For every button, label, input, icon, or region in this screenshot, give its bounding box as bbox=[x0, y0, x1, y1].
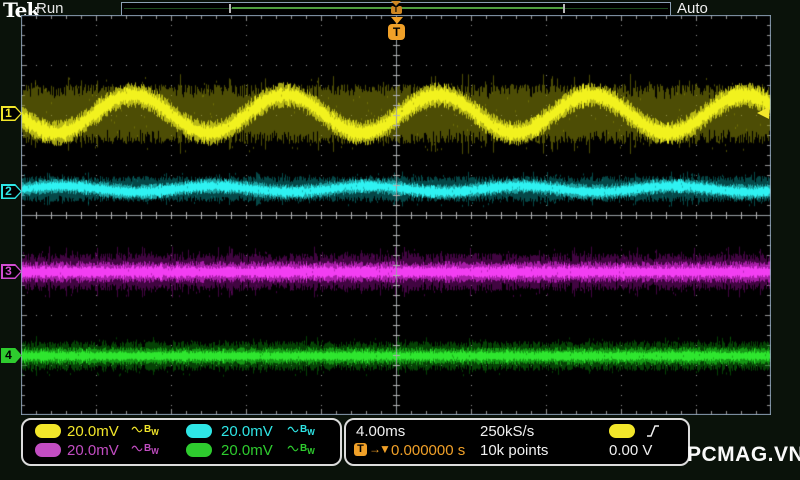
record-window-right-bracket bbox=[563, 4, 565, 13]
channel-3-scale: 20.0mV bbox=[67, 442, 119, 459]
trigger-t-icon: T bbox=[354, 443, 367, 456]
channel-4-scale: 20.0mV bbox=[221, 442, 273, 459]
channel-readout-box: 1 20.0mV BW 2 20.0mV BW 3 20.0mV BW 4 20… bbox=[21, 418, 342, 466]
flag-label: 3 bbox=[5, 264, 12, 278]
record-length-readout: 10k points bbox=[480, 442, 549, 459]
trigger-position-arrow-icon bbox=[390, 17, 403, 24]
flag-label: 1 bbox=[5, 106, 12, 120]
horizontal-trigger-readout-box: 4.00ms 250kS/s 1 T → ▼ 0.000000 s 10k po… bbox=[344, 418, 690, 466]
flag-label: 2 bbox=[5, 184, 12, 198]
channel-2-scale: 20.0mV bbox=[221, 423, 273, 440]
bandwidth-limit-icon: BW bbox=[144, 424, 159, 437]
bandwidth-limit-icon: BW bbox=[300, 443, 315, 456]
record-trigger-marker-icon: T bbox=[389, 1, 403, 14]
record-window-left-bracket bbox=[229, 4, 231, 13]
channel-2-coupling-bw-icons: BW bbox=[287, 424, 315, 437]
bandwidth-limit-icon: BW bbox=[300, 424, 315, 437]
channel-2-badge: 2 bbox=[186, 424, 212, 438]
channel-1-position-flag: 1 bbox=[1, 106, 22, 121]
channel-3-badge: 3 bbox=[35, 443, 61, 457]
watermark: PCMAG.VN bbox=[687, 443, 800, 466]
timebase-readout: 4.00ms bbox=[356, 423, 406, 440]
trigger-level-readout: 0.00 V bbox=[609, 442, 653, 459]
ac-coupling-icon bbox=[287, 426, 299, 433]
trigger-position-marker-icon: T bbox=[388, 17, 405, 40]
waveform-display bbox=[21, 15, 771, 415]
flag-label: 4 bbox=[5, 348, 12, 362]
trigger-slope-rising-icon bbox=[646, 423, 661, 444]
trigger-source-badge: 1 bbox=[609, 424, 635, 438]
trigger-down-arrow-icon: ▼ bbox=[379, 442, 391, 456]
channel-1-badge: 1 bbox=[35, 424, 61, 438]
bandwidth-limit-icon: BW bbox=[144, 443, 159, 456]
channel-1-coupling-bw-icons: BW bbox=[131, 424, 159, 437]
oscilloscope-screen: Tek Run Auto T T 1 2 3 4 1 20.0mV BW 2 2… bbox=[0, 0, 800, 480]
ac-coupling-icon bbox=[131, 426, 143, 433]
trigger-delay-readout: 0.000000 s bbox=[391, 442, 466, 459]
trigger-level-arrow-icon bbox=[757, 107, 769, 119]
ac-coupling-icon bbox=[131, 445, 143, 452]
channel-1-scale: 20.0mV bbox=[67, 423, 119, 440]
channel-4-coupling-bw-icons: BW bbox=[287, 443, 315, 456]
record-trigger-t-icon: T bbox=[390, 6, 402, 14]
channel-4-badge: 4 bbox=[186, 443, 212, 457]
channel-3-coupling-bw-icons: BW bbox=[131, 443, 159, 456]
channel-4-position-flag: 4 bbox=[1, 348, 22, 363]
sample-rate-readout: 250kS/s bbox=[480, 423, 535, 440]
trigger-position-t-icon: T bbox=[388, 24, 405, 40]
ac-coupling-icon bbox=[287, 445, 299, 452]
channel-2-position-flag: 2 bbox=[1, 184, 22, 199]
channel-3-position-flag: 3 bbox=[1, 264, 22, 279]
